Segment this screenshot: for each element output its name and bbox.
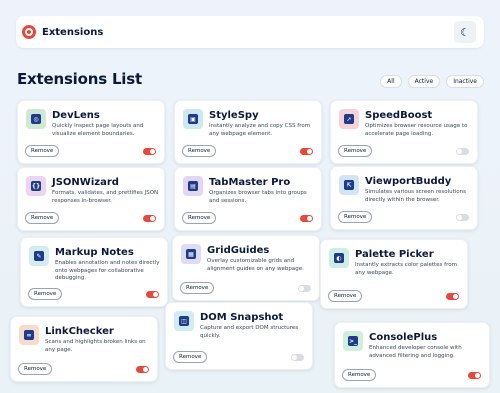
grid-icon: ▦ bbox=[186, 249, 196, 259]
extension-name: SpeedBoost bbox=[365, 110, 433, 121]
extension-icon-box: ◐ bbox=[329, 248, 349, 268]
extension-name: TabMaster Pro bbox=[209, 177, 291, 188]
active-toggle[interactable] bbox=[300, 148, 313, 155]
extension-description: Quickly inspect page layouts and visuali… bbox=[52, 123, 144, 137]
extension-card: {} JSONWizard Formats, validates, and pret… bbox=[17, 167, 165, 231]
filter-active-button[interactable]: Active bbox=[407, 75, 441, 88]
filter-all-button[interactable]: All bbox=[380, 75, 402, 88]
extension-name: ConsolePlus bbox=[369, 332, 438, 343]
rocket-icon: ➚ bbox=[344, 114, 354, 124]
palette-icon: ◐ bbox=[334, 253, 344, 263]
extension-card: ◐ Palette Picker Instantly extracts color … bbox=[320, 239, 468, 309]
tabs-icon: ▤ bbox=[188, 181, 198, 191]
remove-button[interactable]: Remove bbox=[18, 363, 53, 375]
extension-icon-box: {} bbox=[26, 176, 46, 196]
style-icon: ▣ bbox=[188, 114, 198, 124]
active-toggle[interactable] bbox=[143, 148, 156, 155]
extension-icon-box: ◎ bbox=[26, 109, 46, 129]
extension-icon-box: ▣ bbox=[183, 109, 203, 129]
extension-name: Palette Picker bbox=[355, 249, 434, 260]
extension-name: LinkChecker bbox=[45, 326, 114, 337]
extension-description: Optimizes browser resource usage to acce… bbox=[365, 123, 468, 137]
remove-button[interactable]: Remove bbox=[180, 282, 215, 294]
extension-description: Instantly analyze and copy CSS from any … bbox=[209, 123, 311, 137]
extension-card: >_ ConsolePlus Enhanced developer console … bbox=[334, 322, 490, 388]
extension-name: Markup Notes bbox=[55, 247, 134, 258]
extension-icon-box: ▤ bbox=[183, 176, 203, 196]
extension-card: ▦ GridGuides Overlay customizable grids an… bbox=[172, 235, 320, 301]
active-toggle[interactable] bbox=[143, 215, 156, 222]
remove-button[interactable]: Remove bbox=[182, 212, 217, 224]
extension-icon-box: ◫ bbox=[174, 311, 194, 331]
active-toggle[interactable] bbox=[300, 215, 313, 222]
extension-name: StyleSpy bbox=[209, 110, 259, 121]
extension-name: DevLens bbox=[52, 110, 100, 121]
extension-name: DOM Snapshot bbox=[200, 312, 284, 323]
brand-name: Extensions bbox=[42, 26, 104, 38]
active-toggle[interactable] bbox=[446, 293, 459, 300]
top-bar: Extensions ☾ bbox=[16, 16, 484, 48]
page-title: Extensions List bbox=[17, 70, 142, 88]
viewport-icon: ⇱ bbox=[344, 180, 354, 190]
extension-name: JSONWizard bbox=[52, 177, 119, 188]
filter-group: All Active Inactive bbox=[380, 75, 484, 88]
active-toggle[interactable] bbox=[456, 148, 469, 155]
active-toggle[interactable] bbox=[456, 214, 469, 221]
filter-inactive-button[interactable]: Inactive bbox=[446, 75, 484, 88]
extension-description: Scans and highlights broken links on any… bbox=[45, 339, 146, 353]
extension-card: ▤ TabMaster Pro Organizes browser tabs int… bbox=[174, 167, 322, 231]
remove-button[interactable]: Remove bbox=[28, 288, 63, 300]
active-toggle[interactable] bbox=[298, 285, 311, 292]
extension-icon-box: ∞ bbox=[19, 325, 39, 345]
extension-icon-box: ✎ bbox=[29, 246, 49, 266]
extension-card: ∞ LinkChecker Scans and highlights broken … bbox=[10, 316, 158, 382]
extension-description: Enables annotation and notes directly on… bbox=[55, 260, 160, 281]
remove-button[interactable]: Remove bbox=[173, 351, 208, 363]
extension-icon-box: >_ bbox=[343, 331, 363, 351]
remove-button[interactable]: Remove bbox=[342, 369, 377, 381]
extension-description: Enhanced developer console with advanced… bbox=[369, 345, 462, 359]
console-icon: >_ bbox=[348, 336, 358, 346]
extension-card: ⇱ ViewportBuddy Simulates various screen r… bbox=[330, 166, 478, 230]
extension-card: ✎ Markup Notes Enables annotation and note… bbox=[20, 237, 168, 307]
theme-toggle-button[interactable]: ☾ bbox=[454, 21, 476, 43]
remove-button[interactable]: Remove bbox=[25, 145, 60, 157]
json-icon: {} bbox=[31, 181, 41, 191]
extension-description: Instantly extracts color palettes from a… bbox=[355, 262, 457, 276]
extension-card: ◎ DevLens Quickly inspect page layouts and… bbox=[17, 100, 165, 164]
active-toggle[interactable] bbox=[291, 354, 304, 361]
logo-icon bbox=[22, 25, 36, 39]
remove-button[interactable]: Remove bbox=[328, 290, 363, 302]
extension-description: Capture and export DOM structures quickl… bbox=[200, 325, 299, 339]
extension-icon-box: ▦ bbox=[181, 244, 201, 264]
active-toggle[interactable] bbox=[146, 291, 159, 298]
link-icon: ∞ bbox=[24, 330, 34, 340]
extension-icon-box: ⇱ bbox=[339, 175, 359, 195]
active-toggle[interactable] bbox=[468, 372, 481, 379]
extension-card: ➚ SpeedBoost Optimizes browser resource us… bbox=[330, 100, 478, 164]
lens-icon: ◎ bbox=[31, 114, 41, 124]
active-toggle[interactable] bbox=[136, 366, 149, 373]
extension-name: ViewportBuddy bbox=[365, 176, 452, 187]
extension-description: Overlay customizable grids and alignment… bbox=[207, 258, 304, 272]
extension-card: ◫ DOM Snapshot Capture and export DOM stru… bbox=[165, 302, 313, 370]
notes-icon: ✎ bbox=[34, 251, 44, 261]
remove-button[interactable]: Remove bbox=[25, 212, 60, 224]
remove-button[interactable]: Remove bbox=[182, 145, 217, 157]
extension-name: GridGuides bbox=[207, 245, 270, 256]
extension-card: ▣ StyleSpy Instantly analyze and copy CSS … bbox=[174, 100, 322, 164]
remove-button[interactable]: Remove bbox=[338, 211, 373, 223]
moon-icon: ☾ bbox=[460, 25, 470, 39]
extension-icon-box: ➚ bbox=[339, 109, 359, 129]
extension-description: Simulates various screen resolutions dir… bbox=[365, 189, 466, 203]
remove-button[interactable]: Remove bbox=[338, 145, 373, 157]
snapshot-icon: ◫ bbox=[179, 316, 189, 326]
extension-description: Formats, validates, and prettifies JSON … bbox=[52, 190, 159, 204]
extension-description: Organizes browser tabs into groups and s… bbox=[209, 190, 307, 204]
